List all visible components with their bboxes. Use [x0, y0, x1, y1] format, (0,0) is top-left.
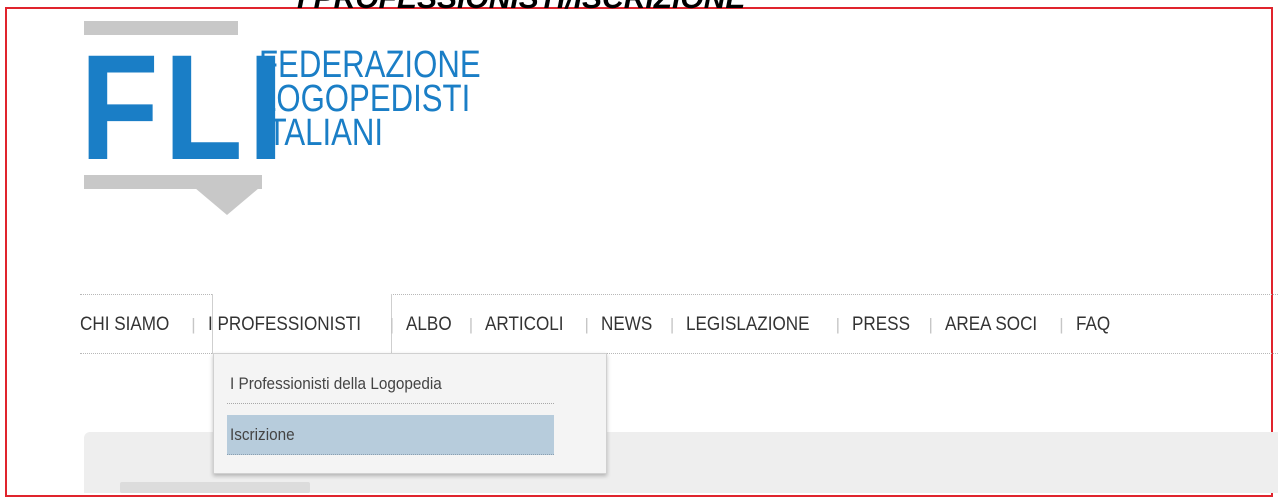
page-heading: I PROFESSIONISTI/ISCRIZIONE: [297, 0, 745, 16]
logo-line: ITALIANI: [259, 112, 384, 154]
nav-item-area-soci[interactable]: AREA SOCI: [945, 314, 1037, 336]
nav-item-i-professionisti[interactable]: I PROFESSIONISTI: [208, 314, 361, 336]
professionisti-submenu: I Professionisti della Logopedia Iscrizi…: [213, 353, 607, 474]
nav-separator: |: [389, 315, 395, 334]
logo-line: LOGOPEDISTI: [259, 78, 471, 120]
content-title-placeholder: [120, 482, 310, 493]
submenu-item-label: I Professionisti della Logopedia: [230, 373, 442, 393]
nav-item-legislazione[interactable]: LEGISLAZIONE: [686, 314, 810, 336]
logo-speech-pointer: [195, 188, 259, 215]
nav-item-albo[interactable]: ALBO: [406, 314, 452, 336]
logo-bar-bottom: [84, 175, 262, 189]
logo-letters: FLI: [80, 23, 289, 191]
nav-separator: |: [1059, 315, 1064, 334]
nav-item-press[interactable]: PRESS: [852, 314, 910, 336]
nav-item-chi-siamo[interactable]: CHI SIAMO: [80, 314, 169, 336]
nav-separator: |: [928, 315, 933, 334]
submenu-item-label: Iscrizione: [230, 424, 295, 444]
nav-separator: |: [835, 315, 841, 334]
nav-separator: |: [584, 315, 589, 334]
logo-line: FEDERAZIONE: [259, 44, 481, 86]
logo-wordmark: FEDERAZIONE LOGOPEDISTI ITALIANI: [259, 44, 481, 154]
nav-item-news[interactable]: NEWS: [601, 314, 652, 336]
nav-separator: |: [468, 315, 474, 334]
submenu-item-iscrizione[interactable]: Iscrizione: [227, 415, 554, 455]
nav-item-articoli[interactable]: ARTICOLI: [485, 314, 564, 336]
nav-separator: |: [669, 315, 675, 334]
nav-separator: |: [191, 315, 196, 334]
submenu-item-professionisti-logopedia[interactable]: I Professionisti della Logopedia: [227, 364, 554, 404]
nav-item-faq[interactable]: FAQ: [1076, 314, 1110, 336]
main-nav: CHI SIAMO | I PROFESSIONISTI | ALBO | AR…: [80, 310, 1114, 340]
